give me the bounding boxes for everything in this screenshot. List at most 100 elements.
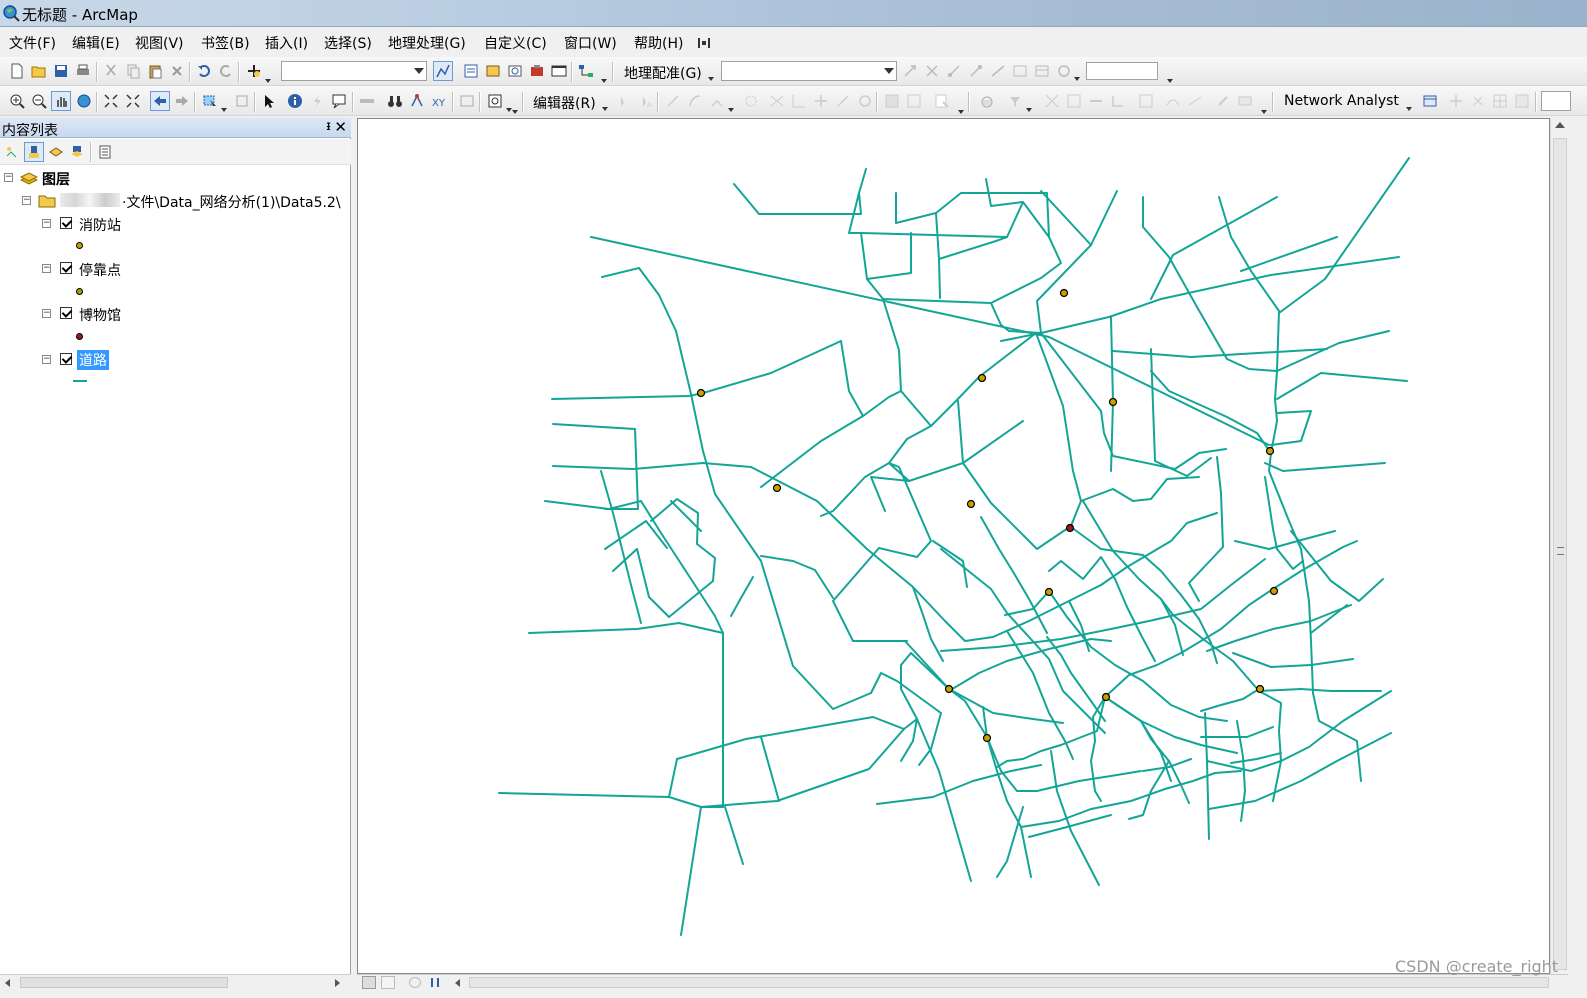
create-viewer-window-icon[interactable] (486, 92, 504, 110)
dropdown-arrow-icon[interactable] (263, 67, 271, 83)
sketch-properties-icon[interactable] (856, 92, 874, 110)
go-to-xy-icon[interactable]: XY (430, 92, 448, 110)
network-identify-icon[interactable] (1491, 92, 1509, 110)
editor-menu[interactable]: 编辑器(R) (533, 93, 596, 113)
facility-point[interactable] (944, 684, 954, 694)
network-analyst-menu[interactable]: Network Analyst (1284, 93, 1399, 109)
editor-toolbar-toggle-icon[interactable] (433, 61, 453, 81)
menu-bookmarks[interactable]: 书签(B) (201, 33, 250, 53)
attributes-icon[interactable] (883, 92, 901, 110)
network-layer-combo[interactable] (1541, 91, 1571, 111)
point-symbol-icon[interactable] (76, 242, 83, 249)
rotate-dropdown-icon[interactable] (1072, 65, 1080, 81)
edit-annotation-icon[interactable]: A (637, 92, 655, 110)
map-vertical-scrollbar[interactable] (1550, 118, 1568, 974)
museum-point[interactable] (1065, 523, 1075, 533)
solve-icon[interactable] (1513, 92, 1531, 110)
new-document-icon[interactable] (8, 62, 26, 80)
go-forward-extent-icon[interactable] (173, 92, 191, 110)
create-network-location-icon[interactable] (1447, 92, 1465, 110)
scroll-thumb[interactable] (469, 977, 1549, 988)
scroll-left-arrow-icon[interactable] (5, 979, 10, 987)
fix-topology-icon[interactable] (1087, 92, 1105, 110)
find-binoculars-icon[interactable] (386, 92, 404, 110)
link-table-icon[interactable] (1033, 62, 1051, 80)
rotation-angle-input[interactable] (1086, 62, 1158, 80)
modify-edge-icon[interactable] (1186, 92, 1204, 110)
clear-selection-icon[interactable] (233, 92, 251, 110)
select-elements-arrow-icon[interactable] (260, 92, 278, 110)
identify-icon[interactable] (286, 92, 304, 110)
topology-icon[interactable] (1043, 92, 1061, 110)
network-analyst-window-icon[interactable] (1421, 92, 1439, 110)
menu-view[interactable]: 视图(V) (135, 33, 184, 53)
topology-properties-icon[interactable] (1236, 92, 1254, 110)
facility-point[interactable] (977, 373, 987, 383)
collapse-icon[interactable]: − (4, 173, 13, 182)
topology-edit-icon[interactable] (1214, 92, 1232, 110)
table-of-contents-icon[interactable] (462, 62, 480, 80)
layer-label-selected[interactable]: 道路 (77, 350, 109, 370)
facility-point[interactable] (966, 499, 976, 509)
update-georef-icon[interactable] (989, 62, 1007, 80)
shift-icon[interactable] (923, 62, 941, 80)
rotate-icon[interactable] (901, 62, 919, 80)
scroll-left-arrow-icon[interactable] (455, 979, 460, 987)
fixed-zoom-in-icon[interactable] (102, 92, 120, 110)
toolbar-options-icon[interactable] (956, 98, 964, 114)
list-by-source-icon[interactable] (24, 142, 44, 162)
georeferencing-layer-combo[interactable] (721, 61, 897, 81)
time-slider-icon[interactable] (458, 92, 476, 110)
layer-visibility-checkbox[interactable] (60, 262, 72, 274)
source-folder-row[interactable]: − ·文件\Data_网络分析(1)\Data5.2\ (22, 191, 350, 211)
toolbar-options-icon[interactable] (510, 98, 518, 114)
menu-selection[interactable]: 选择(S) (324, 33, 372, 53)
print-icon[interactable] (74, 62, 92, 80)
georeferencing-dropdown-icon[interactable] (706, 65, 714, 81)
auto-adjust-icon[interactable] (967, 62, 985, 80)
go-back-extent-icon[interactable] (150, 91, 170, 111)
scroll-thumb[interactable] (20, 977, 228, 988)
arctoolbox-icon[interactable] (528, 62, 546, 80)
network-dataset-icon[interactable] (978, 92, 996, 110)
layout-view-icon[interactable] (381, 976, 395, 989)
create-features-icon[interactable] (933, 92, 951, 110)
undo-icon[interactable] (195, 62, 213, 80)
facility-point[interactable] (1108, 397, 1118, 407)
line-symbol-icon[interactable] (73, 380, 87, 382)
facility-point[interactable] (696, 388, 706, 398)
find-route-icon[interactable] (408, 92, 426, 110)
layer-row-fire-stations[interactable]: − 消防站 (40, 214, 340, 234)
map-display[interactable] (357, 118, 1550, 974)
cut-polygons-icon[interactable] (790, 92, 808, 110)
facility-point[interactable] (1269, 586, 1279, 596)
split-tool-icon[interactable] (812, 92, 830, 110)
reshape-feature-icon[interactable] (768, 92, 786, 110)
data-view-icon[interactable] (362, 976, 376, 989)
select-move-network-locations-icon[interactable] (1469, 92, 1487, 110)
pause-drawing-icon[interactable] (431, 978, 439, 987)
fixed-zoom-out-icon[interactable] (124, 92, 142, 110)
menu-windows[interactable]: 窗口(W) (564, 33, 617, 53)
end-point-arc-icon[interactable] (686, 92, 704, 110)
close-panel-icon[interactable]: ✕ (334, 118, 347, 136)
road-network-map[interactable] (358, 119, 1551, 975)
toolbar-options-icon[interactable] (599, 67, 607, 83)
save-icon[interactable] (52, 62, 70, 80)
hyperlink-icon[interactable] (308, 92, 326, 110)
delete-icon[interactable] (168, 62, 186, 80)
select-features-icon[interactable] (201, 92, 219, 110)
full-extent-globe-icon[interactable] (75, 92, 93, 110)
select-dropdown-icon[interactable] (219, 96, 227, 112)
rotate-feature-icon[interactable] (834, 92, 852, 110)
menu-insert[interactable]: 插入(I) (265, 33, 308, 53)
network-solver-icon[interactable] (1006, 92, 1024, 110)
scroll-up-arrow-icon[interactable] (1555, 122, 1565, 128)
list-by-selection-icon[interactable] (68, 143, 86, 161)
add-control-points-icon[interactable] (945, 62, 963, 80)
menu-help[interactable]: 帮助(H) (634, 33, 683, 53)
facility-point[interactable] (1044, 587, 1054, 597)
rotate-tool-icon[interactable] (1055, 62, 1073, 80)
menu-customize[interactable]: 自定义(C) (484, 33, 547, 53)
validate-topology-icon[interactable] (1065, 92, 1083, 110)
